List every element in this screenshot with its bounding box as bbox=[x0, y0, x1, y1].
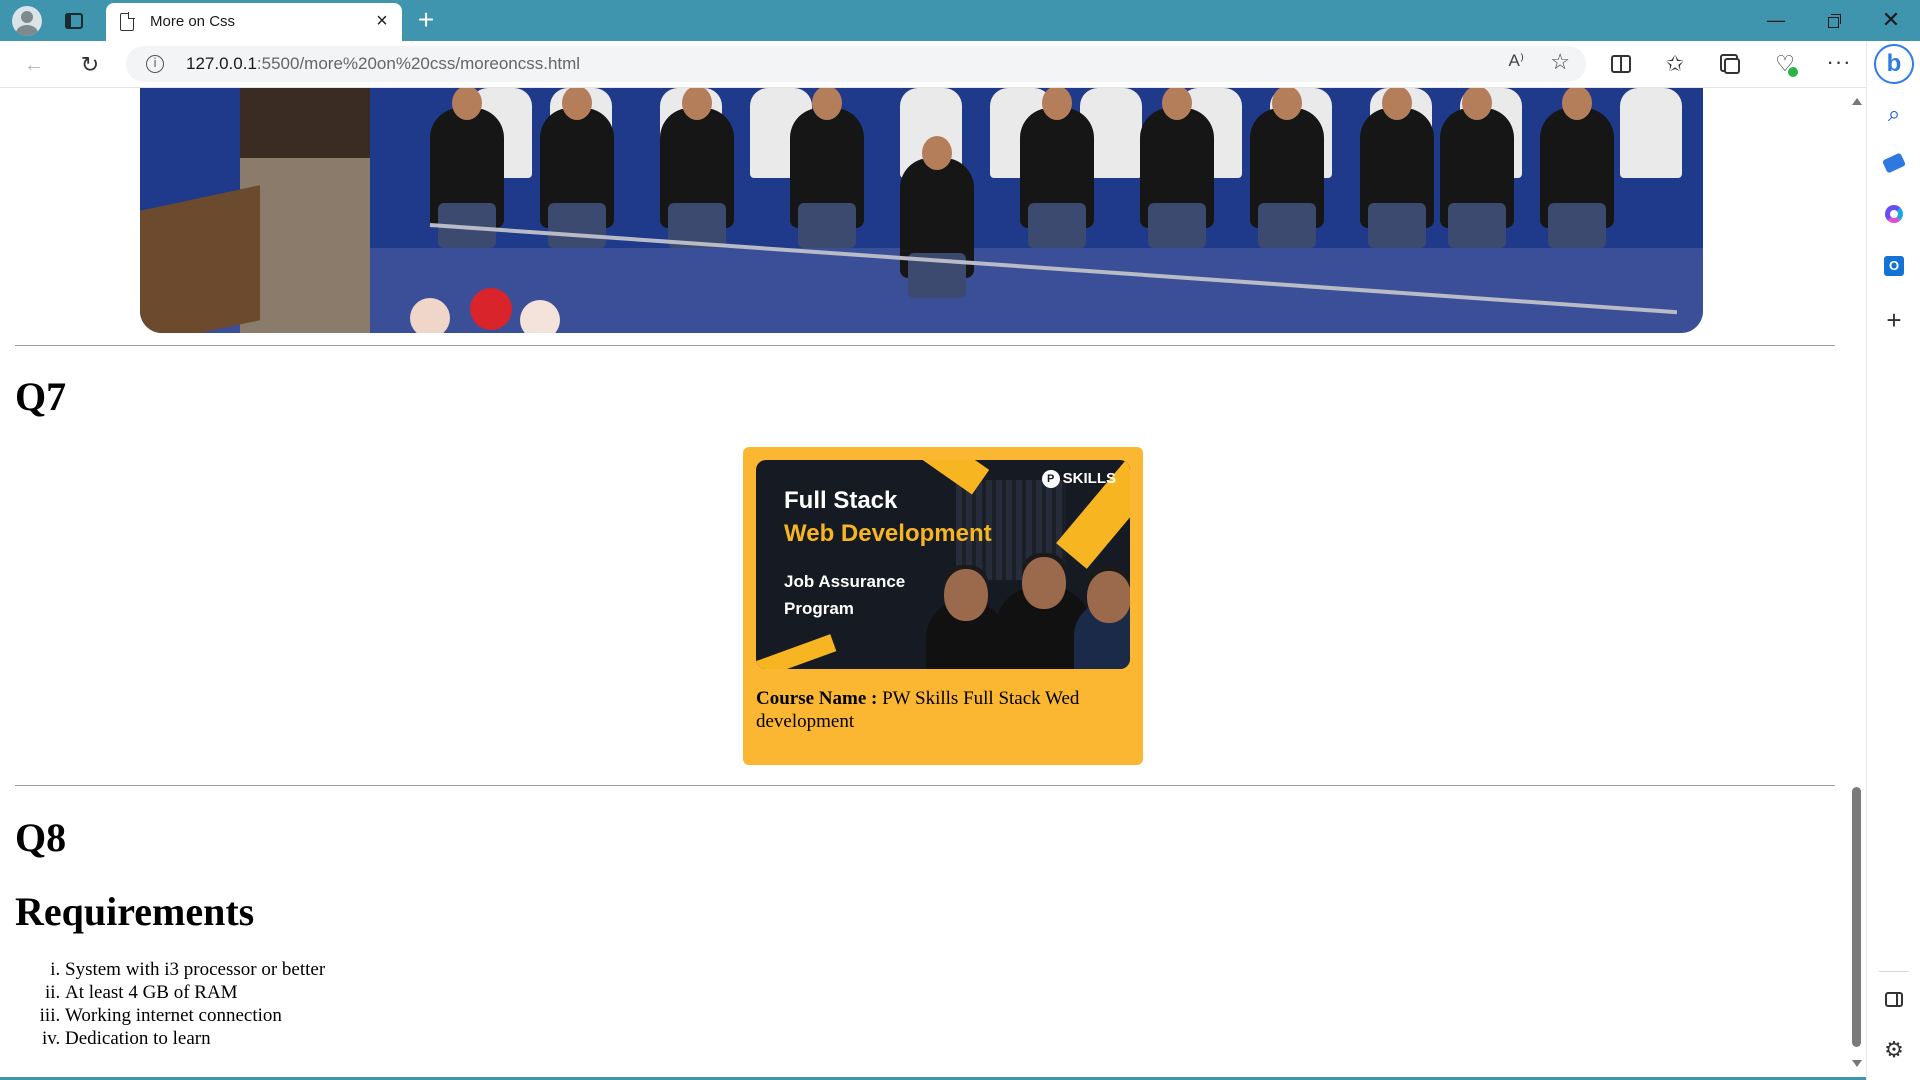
banner-title-line1: Full Stack bbox=[784, 487, 898, 514]
reload-button[interactable]: ↻ bbox=[74, 49, 106, 81]
requirements-heading: Requirements bbox=[15, 889, 255, 934]
tab-actions-icon[interactable] bbox=[62, 10, 86, 32]
page-document-icon bbox=[120, 12, 135, 31]
page-viewport: Q7 P SKILLS Full Stack Web Development Jo… bbox=[0, 88, 1866, 1077]
edge-sidebar: b ⌕ O + ⚙ bbox=[1866, 41, 1920, 1080]
scroll-up-arrow-icon[interactable] bbox=[1852, 98, 1862, 105]
add-favorite-star-icon[interactable]: ☆ bbox=[1550, 49, 1570, 75]
list-item: Working internet connection bbox=[65, 1004, 325, 1027]
collections-icon[interactable] bbox=[1715, 51, 1745, 79]
back-button[interactable]: ← bbox=[18, 49, 50, 81]
search-icon[interactable]: ⌕ bbox=[1881, 101, 1907, 127]
read-aloud-icon[interactable]: A⁾ bbox=[1508, 51, 1524, 71]
scrollbar-thumb[interactable] bbox=[1852, 787, 1861, 1047]
section-divider bbox=[15, 345, 1835, 346]
sidebar-divider bbox=[1879, 971, 1909, 972]
split-screen-icon[interactable] bbox=[1606, 51, 1636, 79]
close-window-button[interactable]: ✕ bbox=[1864, 0, 1918, 40]
course-caption: Course Name : PW Skills Full Stack Wed d… bbox=[756, 687, 1126, 733]
add-sidebar-app-icon[interactable]: + bbox=[1881, 307, 1907, 333]
shopping-tag-icon[interactable] bbox=[1881, 151, 1907, 177]
outlook-icon[interactable]: O bbox=[1881, 253, 1907, 279]
restore-button[interactable] bbox=[1806, 0, 1860, 40]
vertical-scrollbar[interactable] bbox=[1846, 88, 1866, 1077]
microsoft-365-icon[interactable] bbox=[1881, 201, 1907, 227]
q8-heading: Q8 bbox=[15, 815, 67, 860]
list-item: Dedication to learn bbox=[65, 1027, 325, 1050]
address-bar[interactable]: i 127.0.0.1:5500/more%20on%20css/moreonc… bbox=[126, 46, 1586, 82]
audience-photo bbox=[140, 88, 1703, 333]
course-banner-image: P SKILLS Full Stack Web Development Job A… bbox=[756, 460, 1130, 669]
list-item: System with i3 processor or better bbox=[65, 958, 325, 981]
course-card: P SKILLS Full Stack Web Development Job A… bbox=[743, 447, 1143, 765]
url-text[interactable]: 127.0.0.1:5500/more%20on%20css/moreoncss… bbox=[186, 54, 580, 74]
section-divider bbox=[15, 785, 1835, 786]
list-item: At least 4 GB of RAM bbox=[65, 981, 325, 1004]
hide-sidebar-icon[interactable] bbox=[1881, 987, 1907, 1013]
tab-title: More on Css bbox=[150, 13, 236, 30]
minimize-button[interactable]: — bbox=[1749, 0, 1803, 40]
more-options-icon[interactable]: ··· bbox=[1824, 51, 1854, 79]
title-bar: More on Css × + — ✕ bbox=[0, 0, 1920, 41]
site-info-icon[interactable]: i bbox=[146, 55, 164, 73]
restore-icon bbox=[1827, 14, 1841, 28]
pw-skills-logo: P SKILLS bbox=[1041, 470, 1116, 489]
q7-heading: Q7 bbox=[15, 374, 67, 419]
sidebar-settings-icon[interactable]: ⚙ bbox=[1881, 1037, 1907, 1063]
browser-tab-active[interactable]: More on Css × bbox=[106, 3, 402, 41]
favorites-icon[interactable]: ✩ bbox=[1660, 51, 1690, 79]
requirements-list: System with i3 processor or better At le… bbox=[15, 958, 325, 1050]
bing-copilot-icon[interactable]: b bbox=[1874, 44, 1914, 84]
banner-title-line2: Web Development bbox=[784, 520, 992, 547]
course-name-label: Course Name : bbox=[756, 688, 878, 709]
browser-toolbar: ← ↻ i 127.0.0.1:5500/more%20on%20css/mor… bbox=[0, 41, 1866, 87]
close-tab-button[interactable]: × bbox=[370, 9, 394, 33]
browser-essentials-icon[interactable]: ♡ bbox=[1770, 51, 1800, 79]
banner-subtitle: Job Assurance Program bbox=[784, 572, 906, 618]
scroll-down-arrow-icon[interactable] bbox=[1852, 1060, 1862, 1067]
new-tab-button[interactable]: + bbox=[410, 5, 442, 37]
profile-avatar-icon[interactable] bbox=[12, 6, 42, 36]
